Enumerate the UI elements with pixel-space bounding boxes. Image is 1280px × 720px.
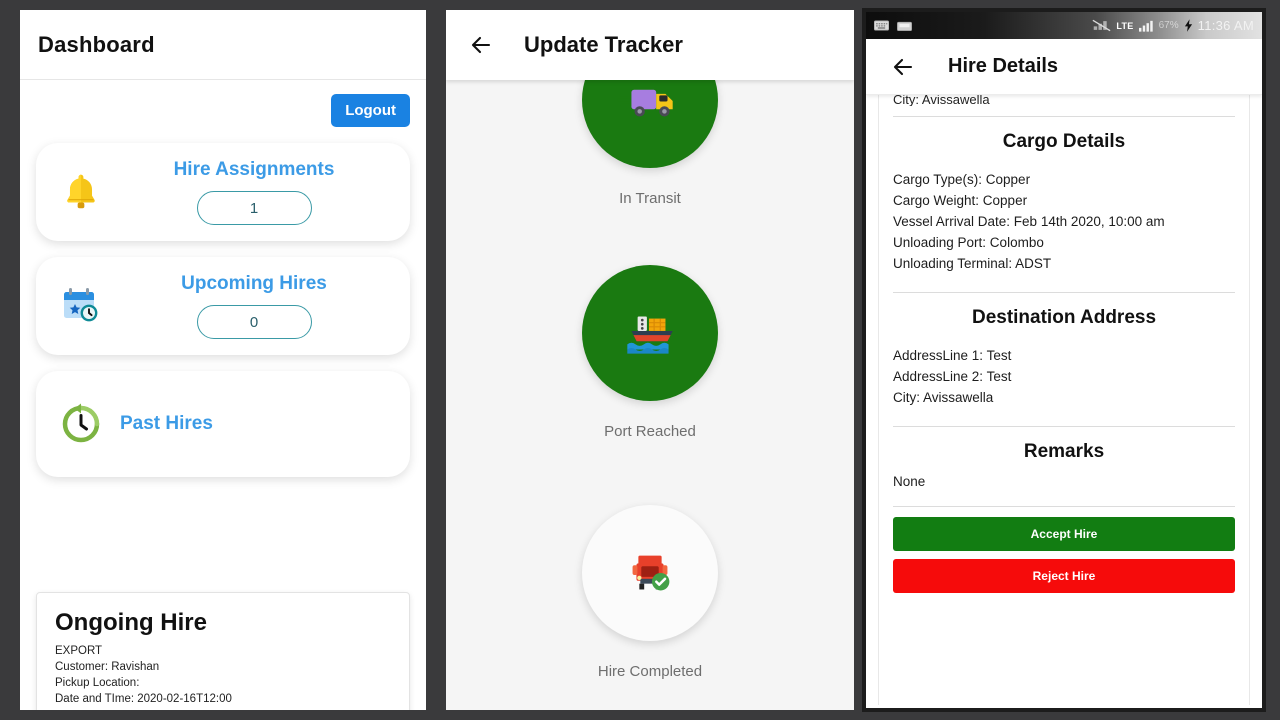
ongoing-hire-pickup: Pickup Location: bbox=[55, 677, 140, 689]
tile-label: Hire Assignments bbox=[173, 159, 335, 180]
step-bubble[interactable] bbox=[582, 265, 718, 401]
charging-bolt-icon bbox=[1184, 19, 1192, 32]
screenshot-icon bbox=[897, 21, 912, 31]
accept-hire-button[interactable]: Accept Hire bbox=[893, 517, 1235, 551]
truck-check-icon bbox=[632, 555, 670, 591]
address-line-1: AddressLine 1: Test bbox=[893, 348, 1012, 363]
divider bbox=[893, 292, 1235, 293]
unloading-port-line: Unloading Port: Colombo bbox=[893, 235, 1044, 250]
cargo-weight-line: Cargo Weight: Copper bbox=[893, 193, 1028, 208]
divider bbox=[893, 426, 1235, 427]
history-clock-icon bbox=[50, 393, 112, 455]
address-city: City: Avissawella bbox=[893, 390, 994, 405]
address-line-2: AddressLine 2: Test bbox=[893, 369, 1012, 384]
logout-button[interactable]: Logout bbox=[331, 94, 410, 127]
step-label: In Transit bbox=[619, 190, 681, 207]
battery-percent-label: 67% bbox=[1158, 20, 1179, 31]
hire-details-scroll-area[interactable]: City: Avissawella Cargo Details Cargo Ty… bbox=[866, 95, 1262, 708]
calendar-clock-icon bbox=[50, 275, 112, 337]
dashboard-panel: Dashboard Logout Hire Assignments 1 Upco… bbox=[20, 10, 426, 710]
tracker-steps: In Transit Port Reached Hire Completed bbox=[446, 32, 854, 710]
tile-label: Upcoming Hires bbox=[181, 273, 327, 294]
ongoing-hire-customer: Customer: Ravishan bbox=[55, 661, 160, 673]
clipped-city-line: City: Avissawella bbox=[893, 95, 990, 106]
ongoing-hire-title: Ongoing Hire bbox=[55, 609, 207, 636]
status-left-icons bbox=[874, 20, 912, 32]
status-right-icons: LTE 67% 11:36 AM bbox=[1092, 18, 1254, 33]
hire-details-device-screen: LTE 67% 11:36 AM Hire Details City: Avis… bbox=[866, 12, 1262, 708]
tile-past-hires[interactable]: Past Hires bbox=[36, 371, 410, 477]
cargo-ship-icon bbox=[627, 316, 673, 354]
page-title: Hire Details bbox=[948, 55, 1059, 77]
ongoing-hire-card: Ongoing Hire EXPORT Customer: Ravishan P… bbox=[36, 592, 410, 710]
tile-content: Upcoming Hires 0 bbox=[112, 273, 396, 339]
update-tracker-panel: Update Tracker In Transit Port Reached H… bbox=[446, 10, 854, 710]
tile-label: Past Hires bbox=[120, 413, 213, 434]
step-label: Hire Completed bbox=[597, 663, 703, 680]
bell-icon bbox=[50, 161, 112, 223]
dashboard-body: Logout Hire Assignments 1 Upcoming Hires… bbox=[20, 80, 426, 710]
tile-content: Hire Assignments 1 bbox=[112, 159, 396, 225]
cargo-type-line: Cargo Type(s): Copper bbox=[893, 172, 1031, 187]
tile-content: Past Hires bbox=[112, 413, 396, 435]
tracker-step-port-reached[interactable]: Port Reached bbox=[446, 265, 854, 440]
tile-count-badge[interactable]: 1 bbox=[196, 191, 312, 225]
hire-details-sheet: City: Avissawella Cargo Details Cargo Ty… bbox=[878, 95, 1250, 705]
divider bbox=[893, 116, 1235, 117]
tracker-appbar: Update Tracker bbox=[446, 10, 854, 80]
step-bubble[interactable] bbox=[582, 505, 718, 641]
reject-hire-button[interactable]: Reject Hire bbox=[893, 559, 1235, 593]
logout-row: Logout bbox=[36, 90, 410, 127]
destination-address-heading: Destination Address bbox=[971, 307, 1157, 328]
page-title: Dashboard bbox=[38, 31, 155, 57]
page-title: Update Tracker bbox=[524, 32, 683, 57]
step-label: Port Reached bbox=[604, 423, 696, 440]
back-arrow-icon[interactable] bbox=[888, 52, 918, 82]
screenshot-stage: Dashboard Logout Hire Assignments 1 Upco… bbox=[0, 0, 1280, 720]
signal-muted-icon bbox=[1092, 19, 1111, 32]
keyboard-icon bbox=[874, 20, 889, 31]
android-status-bar: LTE 67% 11:36 AM bbox=[866, 12, 1262, 39]
back-arrow-icon[interactable] bbox=[466, 30, 496, 60]
vessel-arrival-line: Vessel Arrival Date: Feb 14th 2020, 10:0… bbox=[893, 214, 1165, 229]
remarks-heading: Remarks bbox=[1023, 441, 1105, 462]
hire-appbar: Hire Details bbox=[866, 39, 1262, 95]
ongoing-hire-datetime: Date and TIme: 2020-02-16T12:00 bbox=[55, 693, 232, 705]
tracker-step-hire-completed[interactable]: Hire Completed bbox=[446, 505, 854, 680]
cargo-details-heading: Cargo Details bbox=[1002, 131, 1126, 152]
unloading-terminal-line: Unloading Terminal: ADST bbox=[893, 256, 1052, 271]
network-type-label: LTE bbox=[1116, 20, 1134, 31]
divider bbox=[893, 506, 1235, 507]
clock-label: 11:36 AM bbox=[1197, 18, 1254, 33]
tile-hire-assignments[interactable]: Hire Assignments 1 bbox=[36, 143, 410, 241]
dashboard-appbar: Dashboard bbox=[20, 10, 426, 80]
hire-details-panel: LTE 67% 11:36 AM Hire Details City: Avis… bbox=[862, 8, 1266, 712]
tile-upcoming-hires[interactable]: Upcoming Hires 0 bbox=[36, 257, 410, 355]
remarks-value: None bbox=[893, 474, 926, 489]
tile-count-badge[interactable]: 0 bbox=[196, 305, 312, 339]
signal-bars-icon bbox=[1138, 20, 1153, 32]
ongoing-hire-type: EXPORT bbox=[55, 645, 103, 657]
